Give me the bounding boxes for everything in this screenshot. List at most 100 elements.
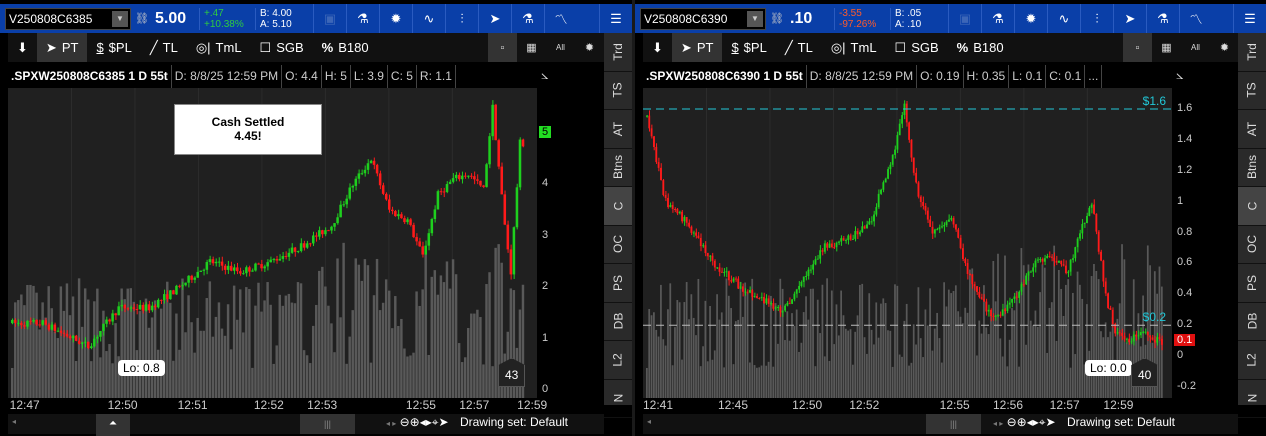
side-tab-c[interactable]: C — [1238, 187, 1266, 226]
flask-icon[interactable]: ⚗ — [346, 4, 379, 33]
zoom-in-icon[interactable]: ⊕ — [1017, 415, 1027, 429]
tool-price-pl[interactable]: $ $PL — [87, 33, 140, 62]
fit-icon[interactable]: ◂▸ — [1027, 415, 1039, 429]
side-tab-c[interactable]: C — [604, 187, 632, 226]
cursor-icon[interactable]: ➤ — [439, 415, 449, 429]
side-tab-ts[interactable]: TS — [1238, 72, 1266, 110]
tool-timeline[interactable]: ◎| TmL — [187, 33, 251, 62]
drawing-set-label[interactable]: Drawing set: Default — [1067, 415, 1175, 429]
crosshair-icon[interactable]: ⌖ — [432, 415, 439, 429]
tool-pointer[interactable]: ➤ PT — [36, 33, 88, 62]
side-tab-l2[interactable]: L2 — [1238, 341, 1266, 380]
scroll-arrows-icon[interactable]: ◂ ▸ — [993, 419, 1003, 428]
drawing-set-label[interactable]: Drawing set: Default — [460, 415, 568, 429]
studies-icon[interactable]: ∿ — [412, 4, 445, 33]
zoom-out-icon[interactable]: ⊖ — [400, 415, 410, 429]
tool-b180[interactable]: % B180 — [313, 33, 378, 62]
side-tab-at[interactable]: AT — [1238, 110, 1266, 149]
horizontal-scrollbar[interactable]: ◂ ||| ◂ ▸ ⊖⊕◂▸⌖➤ Drawing set: Default ⏶ — [8, 414, 604, 436]
menu-icon[interactable]: ☰ — [1233, 4, 1266, 33]
zoom-out-icon[interactable]: ⊖ — [1007, 415, 1017, 429]
side-tab-btns[interactable]: Btns — [1238, 149, 1266, 187]
tool-b180[interactable]: % B180 — [948, 33, 1013, 62]
link-icon[interactable]: ⛓ — [770, 12, 784, 25]
studies-icon[interactable]: ∿ — [1047, 4, 1080, 33]
price-chart[interactable]: Lo: 0.8 43 Cash Settled 4.45! — [8, 88, 537, 398]
time-axis[interactable]: 12:41 12:45 12:50 12:52 12:55 12:56 12:57 12:59 — [643, 398, 1172, 414]
all-icon[interactable]: All — [1181, 33, 1210, 62]
side-tab-trd[interactable]: Trd — [604, 33, 632, 72]
crosshair-icon[interactable]: ⌖ — [1039, 415, 1046, 429]
chevron-down-icon[interactable]: ▼ — [747, 10, 763, 27]
flask-icon-2[interactable]: ⚗ — [511, 4, 544, 33]
side-tab-at[interactable]: AT — [604, 110, 632, 149]
chevron-down-icon[interactable]: ▼ — [112, 10, 128, 27]
gear-icon[interactable]: ✹ — [379, 4, 412, 33]
single-layout-icon[interactable]: ▫ — [488, 33, 517, 62]
side-tab-oc[interactable]: OC — [604, 226, 632, 264]
single-layout-icon[interactable]: ▫ — [1123, 33, 1152, 62]
tool-trendline[interactable]: ╱ TL — [141, 33, 187, 62]
price-level-label[interactable]: $1.6 — [1143, 94, 1166, 108]
settings-gear-icon[interactable]: ✹ — [1210, 33, 1239, 62]
fit-icon[interactable]: ◂▸ — [420, 415, 432, 429]
side-tab-db[interactable]: DB — [604, 303, 632, 341]
side-tab-ps[interactable]: PS — [1238, 264, 1266, 303]
symbol-input[interactable]: V250808C6390 ▼ — [640, 7, 766, 30]
side-tab-db[interactable]: DB — [1238, 303, 1266, 341]
grid-layout-icon[interactable]: ▦ — [1152, 33, 1181, 62]
side-tab-ps[interactable]: PS — [604, 264, 632, 303]
side-tab-l2[interactable]: L2 — [604, 341, 632, 380]
all-icon[interactable]: All — [546, 33, 575, 62]
side-tab-n[interactable]: N — [604, 380, 632, 418]
window-icon[interactable]: ▣ — [313, 4, 346, 33]
gear-icon[interactable]: ✹ — [1014, 4, 1047, 33]
flask-icon-2[interactable]: ⚗ — [1146, 4, 1179, 33]
window-icon[interactable]: ▣ — [948, 4, 981, 33]
tool-price-pl[interactable]: $ $PL — [722, 33, 775, 62]
side-tab-trd[interactable]: Trd — [1238, 33, 1266, 72]
cursor-icon[interactable]: ➤ — [478, 4, 511, 33]
scroll-arrows-icon[interactable]: ◂ ▸ — [386, 419, 396, 428]
price-chart[interactable]: $1.6 $0.2 Lo: 0.0 40 — [643, 88, 1172, 398]
side-tab-oc[interactable]: OC — [1238, 226, 1266, 264]
cursor-icon[interactable]: ➤ — [1113, 4, 1146, 33]
tool-timeline[interactable]: ◎| TmL — [822, 33, 886, 62]
scroll-left-icon[interactable]: ◂ — [12, 417, 16, 426]
flask-icon[interactable]: ⚗ — [981, 4, 1014, 33]
volume-bar — [763, 297, 765, 398]
scrollbar-thumb[interactable]: ||| — [300, 414, 355, 434]
tool-sgb[interactable]: ☐ SGB — [251, 33, 313, 62]
side-tab-btns[interactable]: Btns — [604, 149, 632, 187]
settings-gear-icon[interactable]: ✹ — [575, 33, 604, 62]
price-axis[interactable]: ⦣0123455 — [537, 65, 604, 398]
axis-style-icon[interactable]: ⦣ — [1176, 67, 1183, 83]
tool-sgb[interactable]: ☐ SGB — [886, 33, 948, 62]
price-axis[interactable]: ⦣ -0.2 0 0.2 0.4 0.6 0.8 1 1.2 1.4 1.6 0.1 — [1172, 65, 1242, 398]
collapse-icon[interactable]: ⏶ — [96, 414, 130, 436]
chart-style-icon[interactable]: ⫶ — [1080, 4, 1113, 33]
grid-layout-icon[interactable]: ▦ — [517, 33, 546, 62]
symbol-input[interactable]: V250808C6385 ▼ — [5, 7, 131, 30]
cursor-icon[interactable]: ➤ — [1046, 415, 1056, 429]
cash-settled-note[interactable]: Cash Settled 4.45! — [174, 104, 322, 155]
side-tab-ts[interactable]: TS — [604, 72, 632, 110]
price-level-label[interactable]: $0.2 — [1143, 310, 1166, 324]
scroll-left-icon[interactable]: ◂ — [647, 417, 651, 426]
side-tab-n[interactable]: N — [1238, 380, 1266, 418]
link-icon[interactable]: ⛓ — [135, 12, 149, 25]
volume-bar — [685, 282, 688, 398]
pin-icon[interactable]: ⬇ — [643, 33, 672, 62]
menu-icon[interactable]: ☰ — [599, 4, 632, 33]
axis-style-icon[interactable]: ⦣ — [541, 67, 548, 83]
chart-style-icon[interactable]: ⫶ — [445, 4, 478, 33]
tool-trendline[interactable]: ╱ TL — [776, 33, 822, 62]
tool-pointer[interactable]: ➤ PT — [671, 33, 723, 62]
zoom-in-icon[interactable]: ⊕ — [410, 415, 420, 429]
scrollbar-thumb[interactable]: ||| — [926, 414, 981, 434]
pin-icon[interactable]: ⬇ — [8, 33, 37, 62]
drawing-icon[interactable]: 〽 — [1179, 4, 1212, 33]
horizontal-scrollbar[interactable]: ◂ ||| ◂ ▸ ⊖⊕◂▸⌖➤ Drawing set: Default — [643, 414, 1238, 434]
time-axis[interactable]: 12:47 12:50 12:51 12:52 12:53 12:55 12:57 12:59 — [8, 398, 548, 414]
drawing-icon[interactable]: 〽 — [544, 4, 577, 33]
